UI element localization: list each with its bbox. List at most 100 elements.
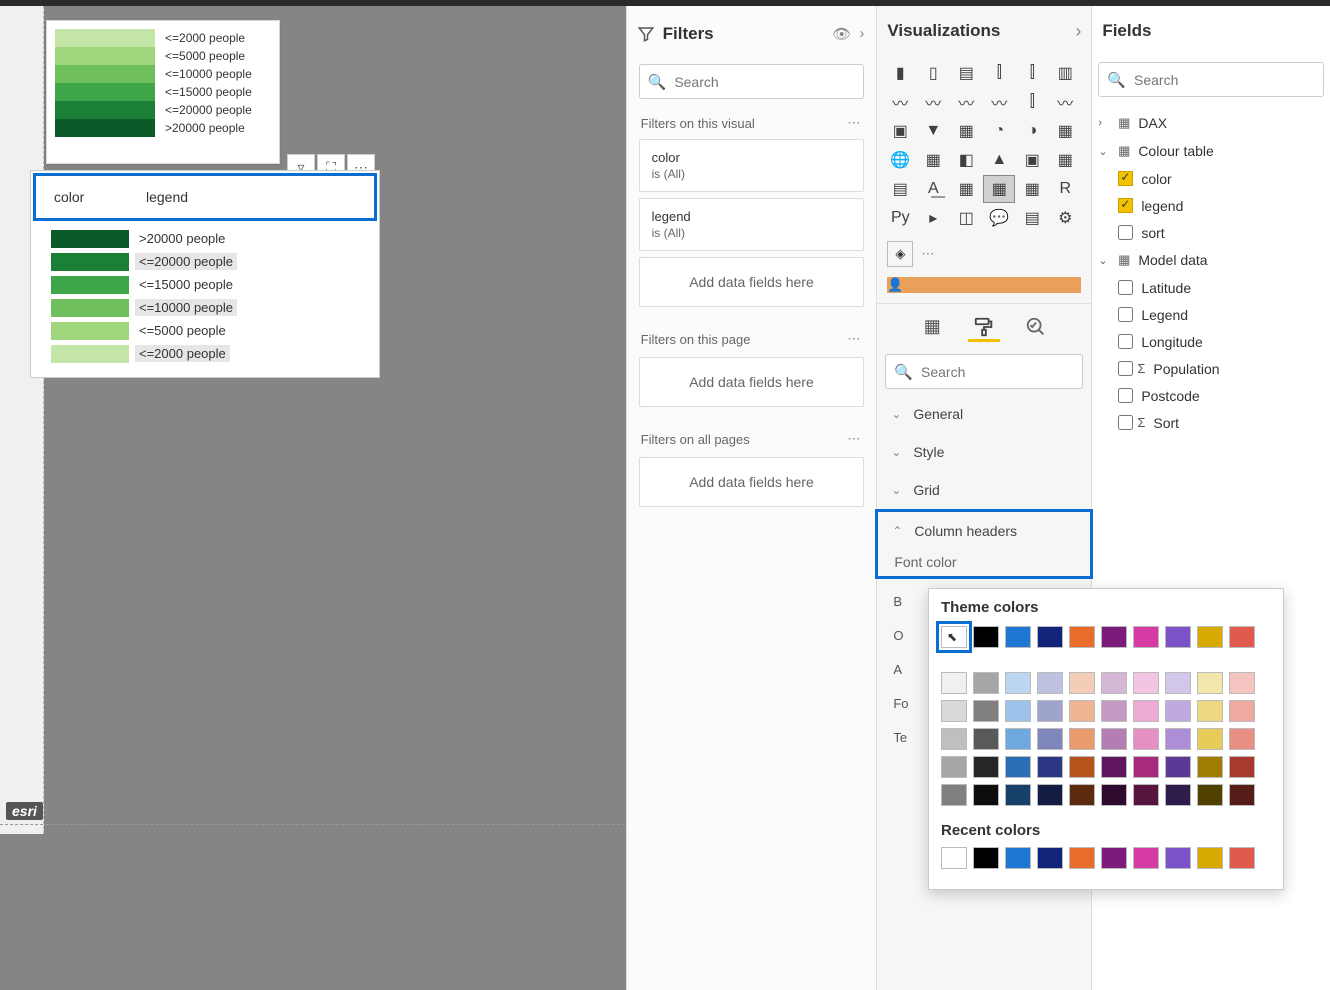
color-swatch[interactable] — [1037, 784, 1063, 806]
fields-column[interactable]: Postcode — [1094, 382, 1328, 409]
filters-search[interactable]: 🔍 — [639, 64, 865, 99]
viz-type-option[interactable]: 💬 — [984, 205, 1014, 231]
viz-type-option[interactable]: 〰 — [885, 89, 915, 115]
viz-type-option[interactable]: ⫿ — [984, 60, 1014, 86]
field-checkbox[interactable] — [1118, 334, 1133, 349]
analytics-tab[interactable] — [1020, 314, 1052, 342]
color-swatch[interactable] — [973, 672, 999, 694]
custom-visual-icon[interactable]: 👤 — [887, 277, 1081, 293]
color-swatch[interactable] — [941, 700, 967, 722]
color-swatch[interactable] — [973, 700, 999, 722]
add-fields-page[interactable]: Add data fields here — [639, 357, 865, 407]
fields-table[interactable]: ⌄▦Model data — [1094, 246, 1328, 274]
color-swatch[interactable] — [973, 784, 999, 806]
fields-tab[interactable]: ▦ — [916, 314, 948, 342]
color-swatch[interactable] — [941, 756, 967, 778]
filter-card-color[interactable]: color is (All) — [639, 139, 865, 192]
viz-type-option[interactable]: ▸ — [918, 205, 948, 231]
table-visual[interactable]: color legend >20000 people<=20000 people… — [30, 170, 380, 378]
format-general[interactable]: ⌄General — [877, 395, 1091, 433]
viz-type-option[interactable]: 〰 — [918, 89, 948, 115]
color-swatch[interactable] — [1133, 784, 1159, 806]
color-swatch[interactable] — [1101, 700, 1127, 722]
report-canvas[interactable]: esri <=2000 people<=5000 people<=10000 p… — [0, 6, 626, 990]
color-swatch[interactable] — [1005, 626, 1031, 648]
viz-type-option[interactable]: ⫿ — [1017, 60, 1047, 86]
table-header-legend[interactable]: legend — [146, 189, 188, 205]
filters-search-input[interactable] — [674, 74, 855, 90]
viz-type-option[interactable]: ▤ — [951, 60, 981, 86]
color-swatch[interactable] — [973, 756, 999, 778]
recent-color-swatch[interactable] — [941, 847, 967, 869]
viz-type-option[interactable]: 🌐 — [885, 147, 915, 173]
recent-color-swatch[interactable] — [1165, 847, 1191, 869]
color-swatch[interactable] — [1037, 700, 1063, 722]
color-swatch[interactable] — [1005, 700, 1031, 722]
color-swatch[interactable] — [1133, 626, 1159, 648]
viz-type-option[interactable]: ▦ — [1017, 176, 1047, 202]
field-checkbox[interactable] — [1118, 361, 1133, 376]
viz-type-option[interactable]: 〰 — [1050, 89, 1080, 115]
viz-type-option[interactable]: ⫿ — [1017, 89, 1047, 115]
viz-type-option[interactable]: ▦ — [1050, 118, 1080, 144]
recent-color-swatch[interactable] — [1197, 847, 1223, 869]
recent-color-swatch[interactable] — [973, 847, 999, 869]
color-swatch[interactable] — [1005, 756, 1031, 778]
color-swatch[interactable] — [1037, 728, 1063, 750]
filter-card-legend[interactable]: legend is (All) — [639, 198, 865, 251]
color-swatch[interactable] — [1069, 672, 1095, 694]
format-style[interactable]: ⌄Style — [877, 433, 1091, 471]
color-swatch[interactable] — [1069, 756, 1095, 778]
format-search-input[interactable] — [921, 364, 1102, 380]
viz-type-option[interactable]: ▣ — [885, 118, 915, 144]
field-checkbox[interactable] — [1118, 415, 1133, 430]
fields-table[interactable]: ›▦DAX — [1094, 109, 1328, 137]
recent-color-swatch[interactable] — [1037, 847, 1063, 869]
color-swatch[interactable] — [1197, 700, 1223, 722]
fields-column[interactable]: legend — [1094, 192, 1328, 219]
viz-type-option[interactable]: ▣ — [1017, 147, 1047, 173]
collapse-pane-icon[interactable]: › — [859, 25, 864, 42]
viz-type-option[interactable]: 〰 — [951, 89, 981, 115]
section-menu-icon[interactable]: ⋯ — [847, 331, 862, 347]
viz-type-option[interactable]: ◑ — [1017, 118, 1047, 144]
viz-type-option[interactable]: ▦ — [1050, 147, 1080, 173]
color-swatch[interactable] — [1037, 756, 1063, 778]
color-swatch[interactable] — [1005, 784, 1031, 806]
field-checkbox[interactable] — [1118, 225, 1133, 240]
color-swatch[interactable] — [973, 728, 999, 750]
recent-color-swatch[interactable] — [1133, 847, 1159, 869]
table-row[interactable]: <=10000 people — [51, 296, 375, 319]
viz-type-option[interactable]: ⚙ — [1050, 205, 1080, 231]
viz-type-option[interactable]: ◔ — [984, 118, 1014, 144]
fields-column[interactable]: color — [1094, 165, 1328, 192]
fields-column[interactable]: Latitude — [1094, 274, 1328, 301]
viz-type-option[interactable]: Py — [885, 205, 915, 231]
viz-type-option[interactable]: ▤ — [885, 176, 915, 202]
recent-color-swatch[interactable] — [1101, 847, 1127, 869]
color-swatch[interactable] — [1197, 784, 1223, 806]
format-tab[interactable] — [968, 314, 1000, 342]
field-checkbox[interactable] — [1118, 198, 1133, 213]
color-swatch[interactable] — [1005, 728, 1031, 750]
color-swatch[interactable] — [1197, 728, 1223, 750]
viz-type-option[interactable]: ▦ — [918, 147, 948, 173]
collapse-pane-icon[interactable]: › — [1075, 21, 1081, 42]
color-swatch[interactable] — [1165, 784, 1191, 806]
viz-type-option[interactable]: ▦ — [951, 118, 981, 144]
color-swatch[interactable] — [1165, 672, 1191, 694]
viz-type-option[interactable]: ▼ — [918, 118, 948, 144]
table-row[interactable]: <=15000 people — [51, 273, 375, 296]
field-checkbox[interactable] — [1118, 307, 1133, 322]
color-swatch[interactable] — [1133, 728, 1159, 750]
fields-table[interactable]: ⌄▦Colour table — [1094, 137, 1328, 165]
color-swatch[interactable] — [1229, 700, 1255, 722]
fields-column[interactable]: sort — [1094, 219, 1328, 246]
color-swatch[interactable] — [1133, 700, 1159, 722]
color-swatch[interactable] — [941, 784, 967, 806]
viz-type-option[interactable]: R — [1050, 176, 1080, 202]
viz-type-option[interactable]: A͟ — [918, 176, 948, 202]
section-menu-icon[interactable]: ⋯ — [847, 431, 862, 447]
color-swatch[interactable] — [1197, 756, 1223, 778]
recent-color-swatch[interactable] — [1005, 847, 1031, 869]
